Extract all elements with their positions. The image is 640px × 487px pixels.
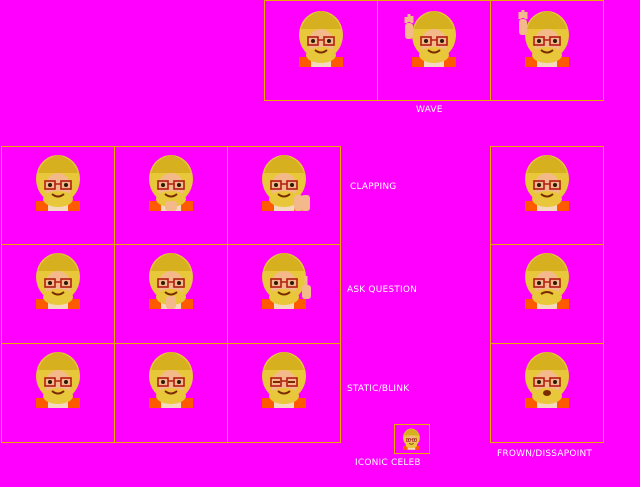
sprite-r3c1 (28, 348, 88, 408)
sprite-r3c2 (141, 348, 201, 408)
sprite-r1c2 (141, 151, 201, 211)
sprite-r1c3 (254, 151, 314, 211)
clapping-label: CLAPPING (350, 182, 397, 192)
frown-sprite-1 (517, 151, 577, 211)
frown-label: FROWN/DISSAPOINT (497, 449, 593, 459)
sprite-r2c2 (141, 249, 201, 309)
ask-question-label: ASK QUESTION (347, 285, 418, 295)
sprite-r2c1 (28, 249, 88, 309)
frown-sprite-2 (517, 249, 577, 309)
sprite-r2c3 (254, 249, 314, 309)
wave-sprite-1 (291, 7, 351, 67)
wave-label: WAVE (416, 105, 443, 115)
iconic-celeb-sprite (400, 427, 460, 487)
static-blink-label: STATIC/BLINK (347, 384, 410, 394)
frown-sprite-3 (517, 348, 577, 408)
wave-sprite-3 (517, 7, 577, 67)
wave-sprite-2 (404, 7, 464, 67)
sprite-r3c3 (254, 348, 314, 408)
sprite-r1c1 (28, 151, 88, 211)
